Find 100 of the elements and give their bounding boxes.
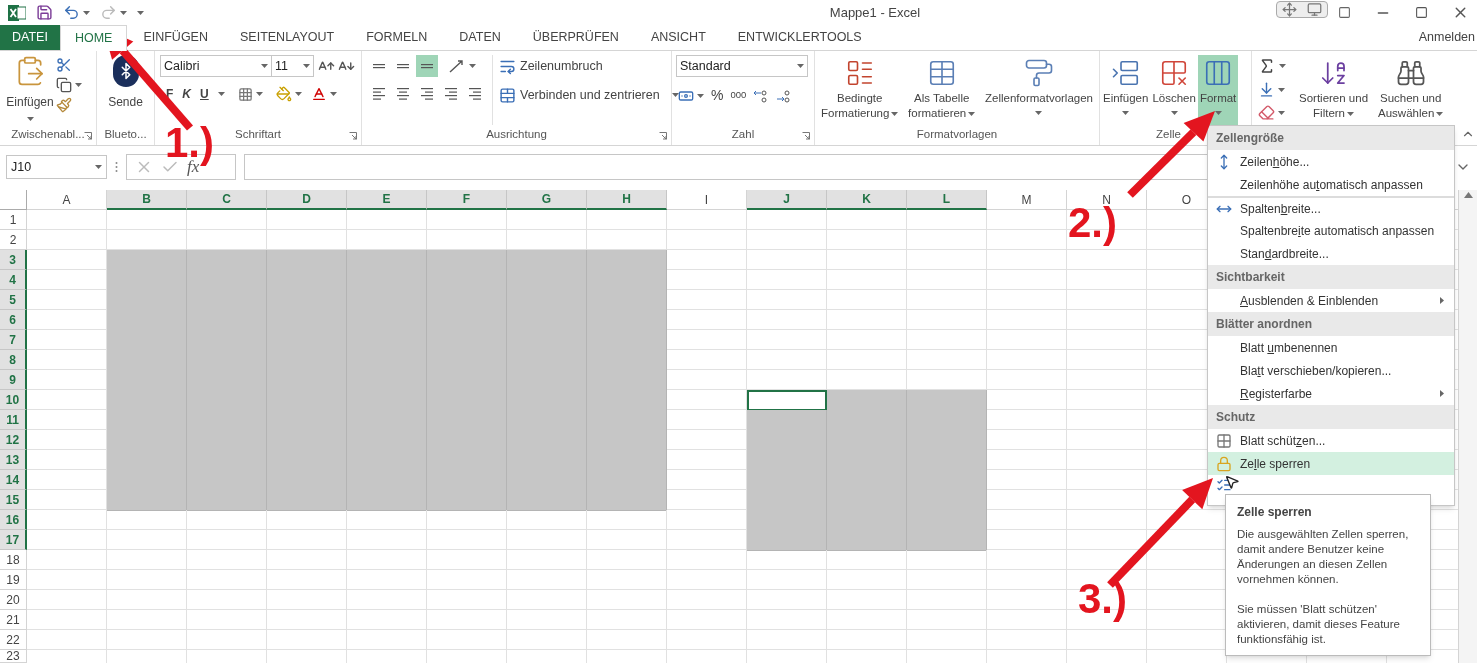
format-painter-icon[interactable]	[56, 97, 72, 113]
column-header[interactable]: G	[507, 190, 587, 210]
shaded-cell[interactable]	[827, 390, 907, 411]
shaded-cell[interactable]	[187, 250, 267, 271]
ribbon-button[interactable]: Suchen und Auswählen	[1373, 55, 1449, 127]
excel-logo-icon[interactable]	[8, 4, 26, 21]
shaded-cell[interactable]	[347, 490, 427, 511]
font-name-dropdown[interactable]: Calibri	[160, 55, 272, 77]
percent-button[interactable]: %	[711, 85, 724, 106]
display-icon[interactable]	[1307, 2, 1322, 17]
merge-center-button[interactable]: Verbinden und zentrieren	[499, 85, 679, 105]
menu-item[interactable]: Registerfarbe	[1208, 382, 1454, 405]
font-color-icon[interactable]	[310, 86, 327, 102]
menu-item[interactable]: Spaltenbreite automatisch anpassen	[1208, 219, 1454, 242]
ribbon-button[interactable]: Sortieren und Filtern	[1294, 55, 1374, 127]
row-header[interactable]: 16	[0, 510, 27, 530]
menu-item[interactable]: Standardbreite...	[1208, 242, 1454, 265]
column-header[interactable]: L	[907, 190, 987, 210]
ribbon-button[interactable]: Bedingte Formatierung	[819, 55, 901, 127]
column-header[interactable]: H	[587, 190, 667, 210]
decrease-decimal-icon[interactable]	[776, 88, 793, 103]
row-header[interactable]: 11	[0, 410, 27, 430]
menu-item[interactable]: Ausblenden & Einblenden	[1208, 289, 1454, 312]
dialog-launcher-icon[interactable]	[802, 132, 810, 140]
shaded-cell[interactable]	[747, 530, 827, 551]
shaded-cell[interactable]	[907, 390, 987, 411]
dialog-launcher-icon[interactable]	[84, 132, 92, 140]
eraser-icon[interactable]	[1258, 104, 1275, 121]
copy-icon[interactable]	[56, 77, 72, 93]
row-header[interactable]: 17	[0, 530, 27, 550]
save-icon[interactable]	[36, 4, 53, 21]
select-all-corner[interactable]	[0, 190, 27, 210]
ribbon-tab[interactable]: ANSICHT	[634, 25, 722, 50]
shaded-cell[interactable]	[427, 250, 507, 271]
maximize-icon[interactable]	[1415, 6, 1428, 19]
shaded-cell[interactable]	[267, 490, 347, 511]
menu-item[interactable]: Zelle sperren	[1208, 452, 1454, 475]
row-header[interactable]: 10	[0, 390, 27, 410]
row-header[interactable]: 15	[0, 490, 27, 510]
shaded-cell[interactable]	[907, 530, 987, 551]
menu-item[interactable]: Zeilenhöhe...	[1208, 150, 1454, 173]
sign-in-link[interactable]: Anmelden	[1418, 28, 1477, 47]
row-header[interactable]: 18	[0, 550, 27, 570]
ribbon-button[interactable]: Löschen	[1150, 55, 1198, 127]
ribbon-options-icon[interactable]	[1338, 6, 1351, 19]
shaded-cell[interactable]	[747, 410, 827, 431]
ribbon-tab[interactable]: ÜBERPRÜFEN	[516, 25, 635, 50]
ribbon-tab[interactable]: ENTWICKLERTOOLS	[721, 25, 878, 50]
align-bottom-button[interactable]	[416, 55, 438, 77]
shaded-cell[interactable]	[507, 250, 587, 271]
shaded-cell[interactable]	[507, 490, 587, 511]
shaded-cell[interactable]	[347, 250, 427, 271]
font-size-dropdown[interactable]: 11	[272, 55, 314, 77]
column-header[interactable]: D	[267, 190, 347, 210]
row-header[interactable]: 3	[0, 250, 27, 270]
menu-item[interactable]: Blatt verschieben/kopieren...	[1208, 359, 1454, 382]
ribbon-tab[interactable]: FORMELN	[350, 25, 444, 50]
ribbon-button[interactable]: Als Tabelle formatieren	[906, 55, 978, 127]
dialog-launcher-icon[interactable]	[659, 132, 667, 140]
row-header[interactable]: 5	[0, 290, 27, 310]
touch-mode-icon[interactable]	[1282, 2, 1297, 17]
wrap-text-button[interactable]: Zeilenumbruch	[499, 57, 679, 76]
row-header[interactable]: 1	[0, 210, 27, 230]
row-header[interactable]: 9	[0, 370, 27, 390]
name-box[interactable]: J10	[6, 155, 107, 179]
row-header[interactable]: 19	[0, 570, 27, 590]
borders-icon[interactable]	[237, 86, 253, 102]
fill-color-icon[interactable]	[275, 86, 292, 102]
number-format-dropdown[interactable]: Standard	[676, 55, 808, 77]
ribbon-button[interactable]: Einfügen	[1101, 55, 1151, 127]
column-header[interactable]: M	[987, 190, 1067, 210]
ribbon-tab[interactable]: EINFÜGEN	[127, 25, 224, 50]
row-header[interactable]: 21	[0, 610, 27, 630]
column-header[interactable]: C	[187, 190, 267, 210]
redo-icon[interactable]	[100, 4, 117, 21]
file-tab[interactable]: DATEI	[0, 25, 60, 50]
shaded-cell[interactable]	[187, 490, 267, 511]
shaded-cell[interactable]	[827, 530, 907, 551]
fill-icon[interactable]	[1258, 81, 1275, 98]
increase-decimal-icon[interactable]	[753, 88, 770, 103]
row-header[interactable]: 13	[0, 450, 27, 470]
column-header[interactable]: K	[827, 190, 907, 210]
underline-button[interactable]: U	[200, 85, 209, 103]
column-header[interactable]: B	[107, 190, 187, 210]
vertical-scrollbar[interactable]	[1458, 190, 1477, 663]
row-header[interactable]: 23	[0, 650, 27, 663]
scroll-up-icon[interactable]	[1463, 192, 1473, 198]
row-header[interactable]: 22	[0, 630, 27, 650]
shaded-cell[interactable]	[267, 250, 347, 271]
cut-icon[interactable]	[56, 57, 72, 73]
row-header[interactable]: 12	[0, 430, 27, 450]
column-header[interactable]: J	[747, 190, 827, 210]
bold-button[interactable]: F	[166, 85, 174, 103]
thousands-button[interactable]: 000	[730, 88, 747, 103]
italic-button[interactable]: K	[182, 85, 191, 103]
row-header[interactable]: 20	[0, 590, 27, 610]
shaded-cell[interactable]	[107, 490, 187, 511]
column-header[interactable]: E	[347, 190, 427, 210]
shaded-cell[interactable]	[427, 490, 507, 511]
ribbon-tab[interactable]: SEITENLAYOUT	[224, 25, 351, 50]
